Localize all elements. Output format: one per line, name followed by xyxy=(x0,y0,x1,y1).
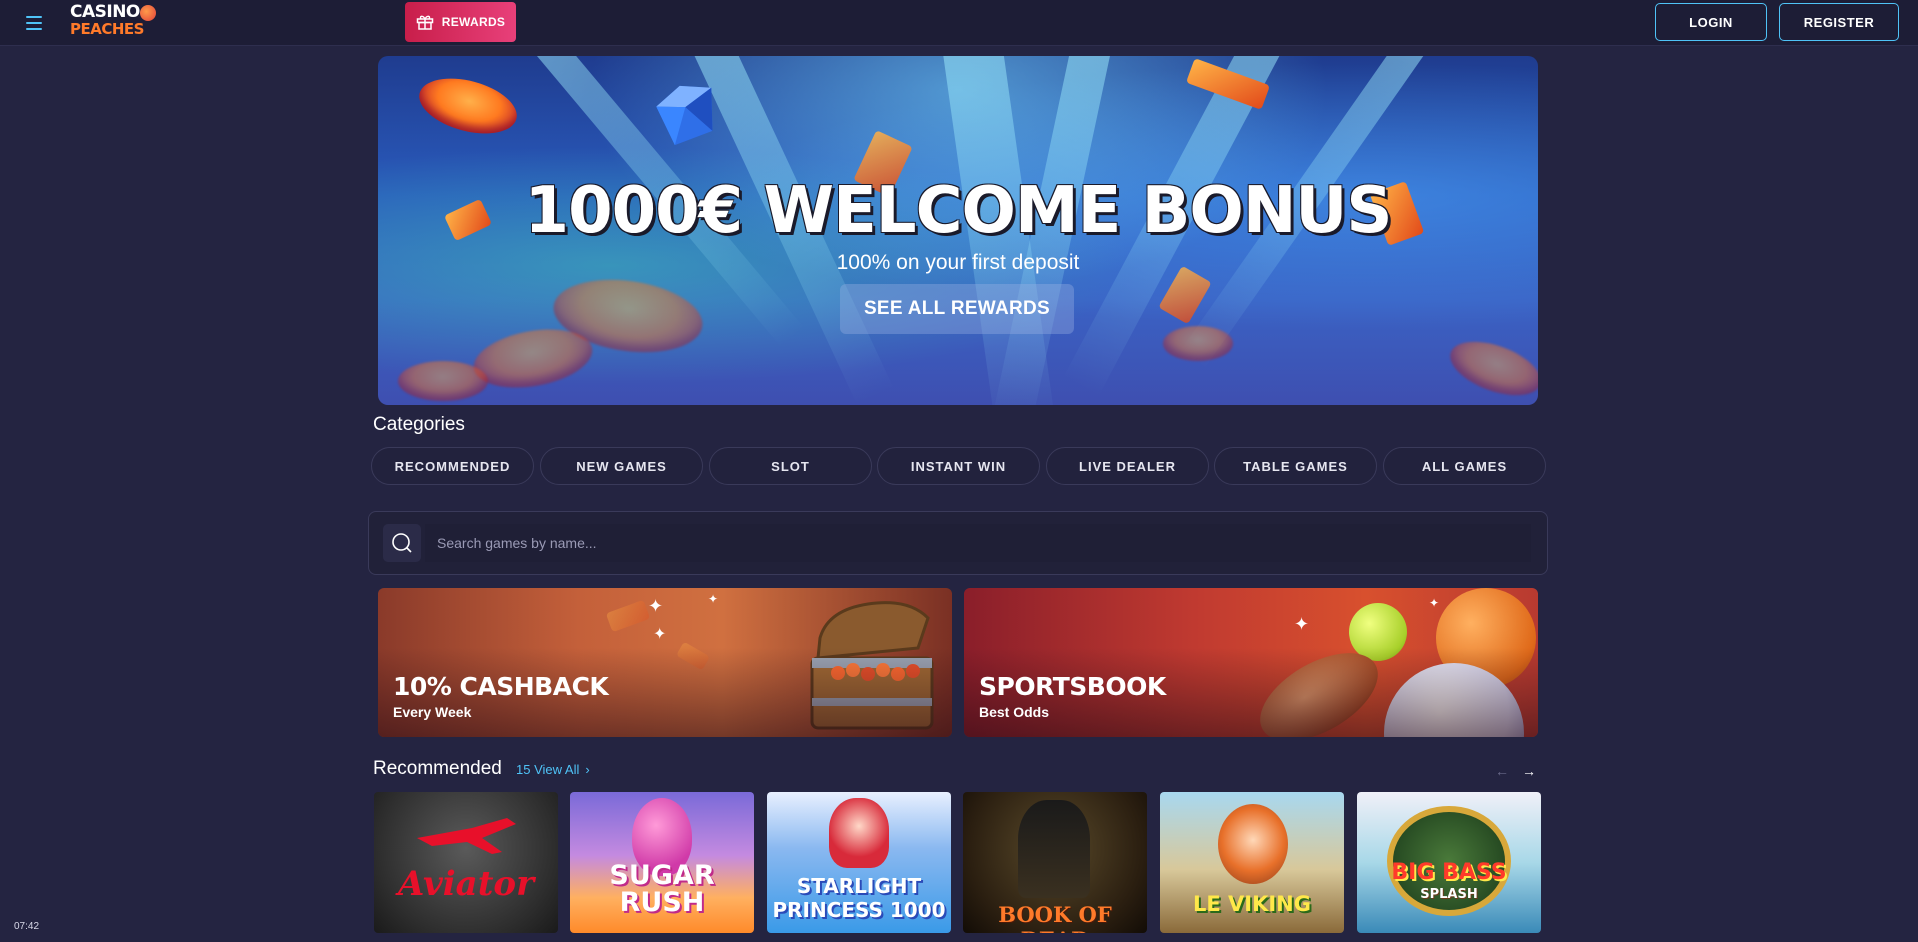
promo-subtitle: Every Week xyxy=(393,704,472,720)
princess-figure-icon xyxy=(829,798,889,868)
coin-decoration xyxy=(398,361,488,401)
promo-subtitle: Best Odds xyxy=(979,704,1050,720)
coin-decoration xyxy=(1443,331,1538,405)
game-title: STARLIGHT PRINCESS 1000 xyxy=(767,874,951,922)
gift-icon xyxy=(416,14,434,30)
game-title: BOOK OF DEAD xyxy=(998,902,1112,933)
game-title: Aviator xyxy=(398,864,534,904)
hero-subtitle: 100% on your first deposit xyxy=(836,251,1080,274)
category-all-games[interactable]: ALL GAMES xyxy=(1383,447,1546,485)
game-tile-book-of-dead[interactable]: BOOK OF DEAD xyxy=(963,792,1147,933)
search-icon[interactable] xyxy=(383,524,421,562)
hero-title: 1000€ WELCOME BONUS xyxy=(524,174,1393,248)
promo-title: 10% CASHBACK xyxy=(393,672,609,701)
game-title: SUGAR RUSH xyxy=(570,862,754,916)
see-all-rewards-button[interactable]: SEE ALL REWARDS xyxy=(840,284,1074,334)
coin-decoration xyxy=(413,68,523,144)
category-recommended[interactable]: RECOMMENDED xyxy=(371,447,534,485)
airplane-icon xyxy=(417,818,516,854)
game-tile-big-bass-splash[interactable]: BIG BASS SPLASH xyxy=(1357,792,1541,933)
game-tile-starlight-princess[interactable]: STARLIGHT PRINCESS 1000 xyxy=(767,792,951,933)
login-button[interactable]: LOGIN xyxy=(1655,3,1767,41)
category-new-games[interactable]: NEW GAMES xyxy=(540,447,703,485)
recommended-heading: Recommended xyxy=(373,758,502,779)
rewards-button[interactable]: REWARDS xyxy=(405,2,516,42)
category-table-games[interactable]: TABLE GAMES xyxy=(1214,447,1377,485)
game-title: BIG BASS SPLASH xyxy=(1357,862,1541,906)
chevron-right-icon: › xyxy=(585,762,590,777)
game-title-line1: SUGAR xyxy=(609,860,715,891)
sportsbook-promo-card[interactable]: ✦ ✦ SPORTSBOOK Best Odds xyxy=(964,588,1538,737)
arrow-right-icon[interactable]: → xyxy=(1518,760,1540,782)
game-title-line2: SPLASH xyxy=(1420,887,1478,902)
category-live-dealer[interactable]: LIVE DEALER xyxy=(1046,447,1209,485)
game-title-line2: PRINCESS 1000 xyxy=(772,898,946,922)
view-all-label: 15 View All xyxy=(516,762,580,777)
viking-character-icon xyxy=(1218,804,1288,884)
system-clock: 07:42 xyxy=(14,921,40,932)
search-input[interactable] xyxy=(425,524,1531,562)
peach-icon xyxy=(140,5,156,21)
search-bar xyxy=(368,511,1548,575)
welcome-bonus-banner[interactable]: 1000€ WELCOME BONUS 100% on your first d… xyxy=(378,56,1538,405)
game-title: LE VIKING xyxy=(1192,892,1311,916)
top-header: CASINO PEACHES REWARDS LOGIN REGISTER xyxy=(0,0,1918,46)
cashback-promo-card[interactable]: ✦ ✦ ✦ 10% CASHBACK Every Week xyxy=(378,588,952,737)
game-tile-le-viking[interactable]: LE VIKING xyxy=(1160,792,1344,933)
category-instant-win[interactable]: INSTANT WIN xyxy=(877,447,1040,485)
game-title-line1: BIG BASS xyxy=(1391,860,1507,885)
anubis-icon xyxy=(1018,800,1090,898)
promo-title: SPORTSBOOK xyxy=(979,672,1166,701)
coin-decoration xyxy=(1163,326,1233,361)
logo-line2: PEACHES xyxy=(70,20,144,38)
casino-peaches-logo[interactable]: CASINO PEACHES xyxy=(70,4,160,42)
arrow-left-icon[interactable]: ← xyxy=(1491,760,1513,782)
categories-heading: Categories xyxy=(373,414,465,435)
hamburger-menu-icon[interactable] xyxy=(17,9,51,37)
game-tile-aviator[interactable]: Aviator xyxy=(374,792,558,933)
game-tile-sugar-rush[interactable]: SUGAR RUSH xyxy=(570,792,754,933)
game-title-line2: RUSH xyxy=(619,887,705,918)
card-shade xyxy=(964,588,1538,737)
view-all-link[interactable]: 15 View All › xyxy=(516,762,590,777)
rewards-label: REWARDS xyxy=(441,15,506,29)
game-title-line1: STARLIGHT xyxy=(796,874,922,898)
register-button[interactable]: REGISTER xyxy=(1779,3,1899,41)
category-slot[interactable]: SLOT xyxy=(709,447,872,485)
